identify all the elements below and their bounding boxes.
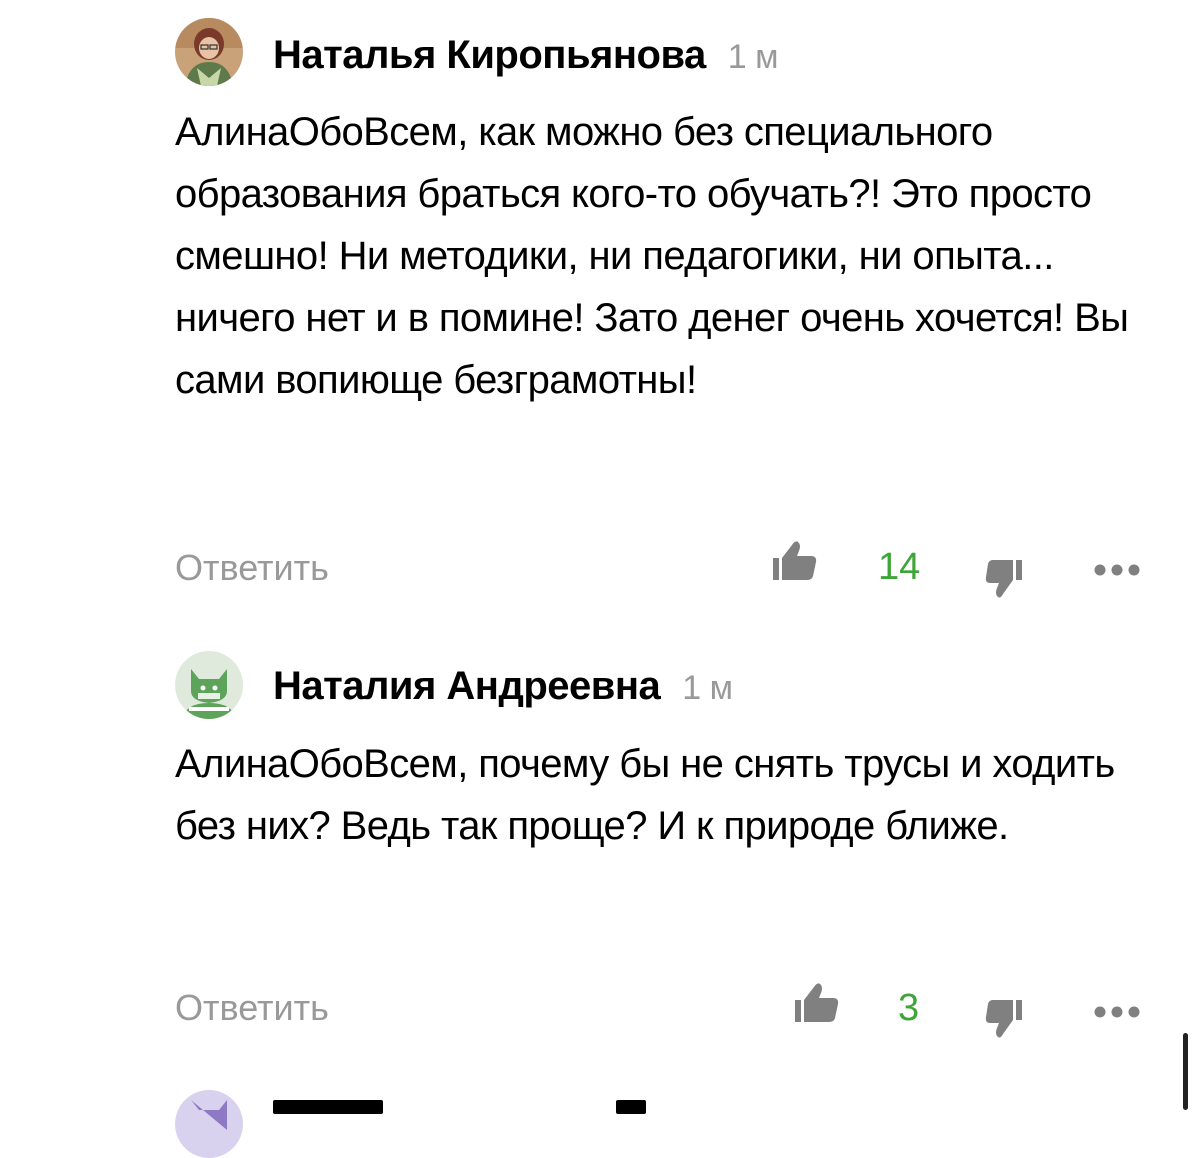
next-comment-author-fragment: [616, 1100, 646, 1114]
comment-author: Наталия Андреевна 1 м: [273, 666, 733, 706]
next-comment-avatar[interactable]: [175, 1090, 243, 1158]
scrollbar[interactable]: [1183, 1033, 1188, 1110]
thumbs-down-icon[interactable]: [985, 996, 1031, 1042]
thumbs-down-icon[interactable]: [985, 556, 1031, 602]
more-dots-icon[interactable]: [1094, 1006, 1140, 1018]
like-count: 14: [878, 546, 921, 588]
comment-text: АлинаОбоВсем, как можно без специального…: [175, 110, 1129, 402]
next-comment-author-fragment: [273, 1100, 383, 1114]
comment-text: АлинаОбоВсем, почему бы не снять трусы и…: [175, 742, 1115, 848]
thumbs-up-icon[interactable]: [772, 537, 818, 583]
cat-avatar-icon: [191, 1100, 227, 1130]
comment-time: 1 м: [727, 38, 779, 76]
photo-avatar-icon: [175, 18, 243, 86]
author-name[interactable]: Наталия Андреевна: [273, 664, 661, 708]
avatar[interactable]: [175, 651, 243, 719]
avatar[interactable]: [175, 18, 243, 86]
more-dots-icon[interactable]: [1094, 564, 1140, 576]
comment-author: Наталья Киропьянова 1 м: [273, 33, 779, 77]
cat-avatar-icon: [175, 651, 243, 719]
reply-button[interactable]: Ответить: [175, 990, 329, 1026]
author-name[interactable]: Наталья Киропьянова: [273, 33, 706, 77]
like-count: 3: [898, 987, 920, 1029]
thumbs-up-icon[interactable]: [794, 979, 840, 1025]
comment-time: 1 м: [682, 669, 733, 707]
reply-button[interactable]: Ответить: [175, 550, 329, 586]
